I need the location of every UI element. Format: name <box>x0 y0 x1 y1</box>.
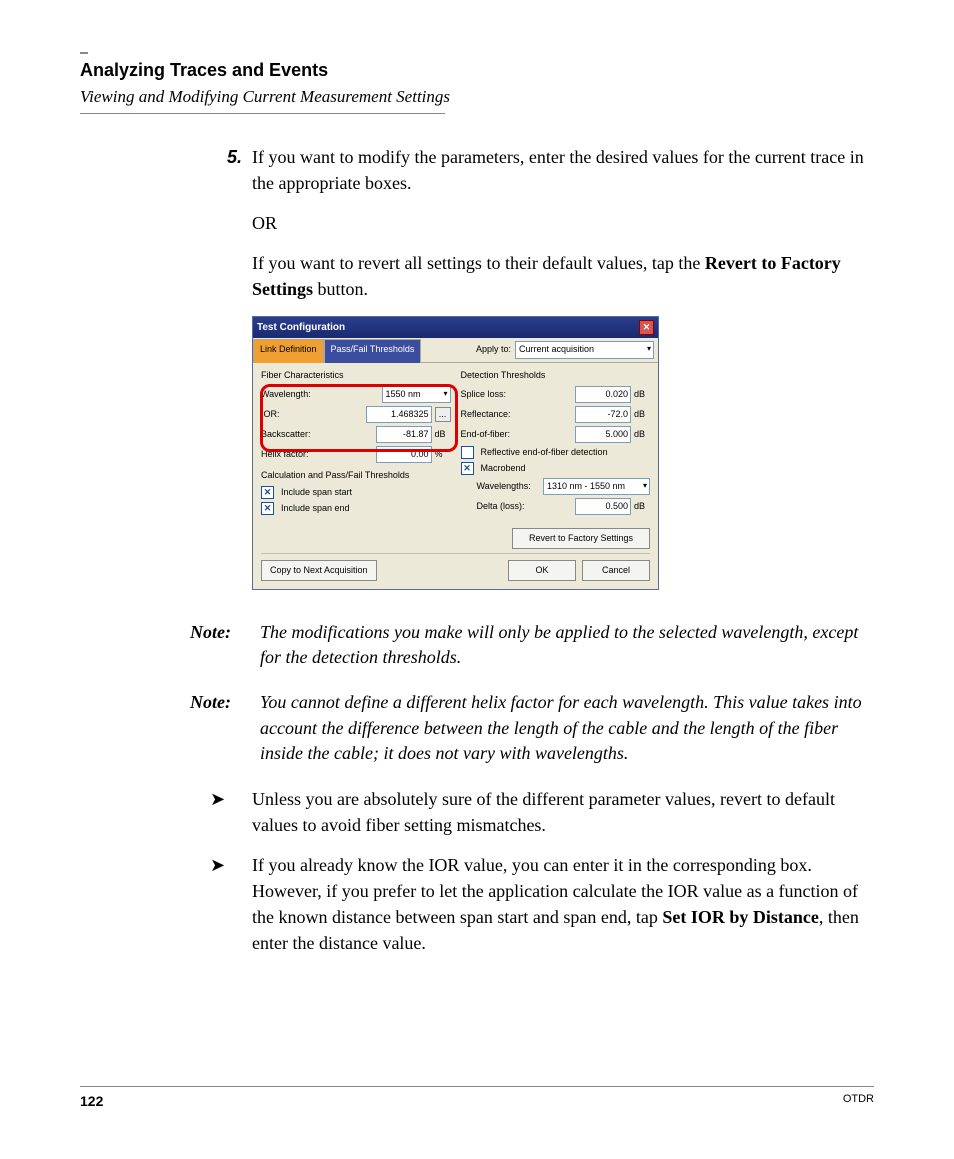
eof-label: End-of-fiber: <box>461 428 573 441</box>
reflectance-field[interactable]: -72.0 <box>575 406 631 423</box>
ior-field[interactable]: 1.468325 <box>366 406 432 423</box>
checkbox-reflective-eof[interactable]: ✕ <box>461 446 474 459</box>
macrobend-label: Macrobend <box>481 462 526 475</box>
dialog-titlebar: Test Configuration ✕ <box>253 317 658 338</box>
text: button. <box>313 279 368 299</box>
bullet-arrow-icon: ➤ <box>210 852 240 956</box>
revert-button[interactable]: Revert to Factory Settings <box>512 528 650 549</box>
span-start-label: Include span start <box>281 486 352 499</box>
footer-rule <box>80 1086 874 1087</box>
tab-link-definition[interactable]: Link Definition <box>253 339 324 362</box>
note-label: Note: <box>190 690 260 766</box>
step-or: OR <box>252 210 874 236</box>
ior-more-button[interactable]: ... <box>435 407 451 422</box>
copy-next-button[interactable]: Copy to Next Acquisition <box>261 560 377 581</box>
helix-label: Helix factor: <box>261 448 373 461</box>
ok-button[interactable]: OK <box>508 560 576 581</box>
unit-db: dB <box>435 428 451 441</box>
section-title: Analyzing Traces and Events <box>80 60 874 81</box>
page-number: 122 <box>80 1093 103 1109</box>
dialog-title: Test Configuration <box>257 321 345 336</box>
wavelength-label: Wavelength: <box>261 388 379 401</box>
delta-loss-label: Delta (loss): <box>477 500 573 513</box>
cancel-button[interactable]: Cancel <box>582 560 650 581</box>
tab-passfail-thresholds[interactable]: Pass/Fail Thresholds <box>324 339 422 362</box>
checkbox-span-start[interactable]: ✕ <box>261 486 274 499</box>
apply-to-select[interactable]: Current acquisition <box>515 341 654 358</box>
unit-db: dB <box>634 388 650 401</box>
header-rule <box>80 113 445 114</box>
wavelength-select[interactable]: 1550 nm <box>382 386 451 403</box>
wavelengths-select[interactable]: 1310 nm - 1550 nm <box>543 478 650 495</box>
eof-field[interactable]: 5.000 <box>575 426 631 443</box>
bullet-1: Unless you are absolutely sure of the di… <box>252 786 874 838</box>
note-2: You cannot define a different helix fact… <box>260 690 874 766</box>
step-text-2: If you want to revert all settings to th… <box>252 250 874 302</box>
section-subtitle: Viewing and Modifying Current Measuremen… <box>80 87 874 107</box>
group-calc-thresholds: Calculation and Pass/Fail Thresholds <box>261 469 451 482</box>
ior-label: IOR: <box>261 408 363 421</box>
checkbox-macrobend[interactable]: ✕ <box>461 462 474 475</box>
text: If you want to revert all settings to th… <box>252 253 705 273</box>
step-text: If you want to modify the parameters, en… <box>252 144 874 196</box>
step-number: 5. <box>210 144 242 196</box>
splice-loss-field[interactable]: 0.020 <box>575 386 631 403</box>
span-end-label: Include span end <box>281 502 350 515</box>
dialog-test-configuration: Test Configuration ✕ Link Definition Pas… <box>252 316 659 590</box>
bullet-2: If you already know the IOR value, you c… <box>252 852 874 956</box>
bold-text: Set IOR by Distance <box>662 907 819 927</box>
group-detection-thresholds: Detection Thresholds <box>461 369 651 382</box>
apply-to-label: Apply to: <box>476 343 511 356</box>
reflective-eof-label: Reflective end-of-fiber detection <box>481 446 608 459</box>
unit-db: dB <box>634 500 650 513</box>
group-fiber-characteristics: Fiber Characteristics <box>261 369 451 382</box>
unit-db: dB <box>634 408 650 421</box>
backscatter-label: Backscatter: <box>261 428 373 441</box>
delta-loss-field[interactable]: 0.500 <box>575 498 631 515</box>
doc-name: OTDR <box>843 1093 874 1109</box>
unit-percent: % <box>435 448 451 461</box>
close-icon[interactable]: ✕ <box>639 320 654 335</box>
bullet-arrow-icon: ➤ <box>210 786 240 838</box>
reflectance-label: Reflectance: <box>461 408 573 421</box>
splice-loss-label: Splice loss: <box>461 388 573 401</box>
checkbox-span-end[interactable]: ✕ <box>261 502 274 515</box>
helix-field[interactable]: 0.00 <box>376 446 432 463</box>
note-1: The modifications you make will only be … <box>260 620 874 670</box>
unit-db: dB <box>634 428 650 441</box>
wavelengths-label: Wavelengths: <box>477 480 541 493</box>
note-label: Note: <box>190 620 260 670</box>
backscatter-field[interactable]: -81.87 <box>376 426 432 443</box>
